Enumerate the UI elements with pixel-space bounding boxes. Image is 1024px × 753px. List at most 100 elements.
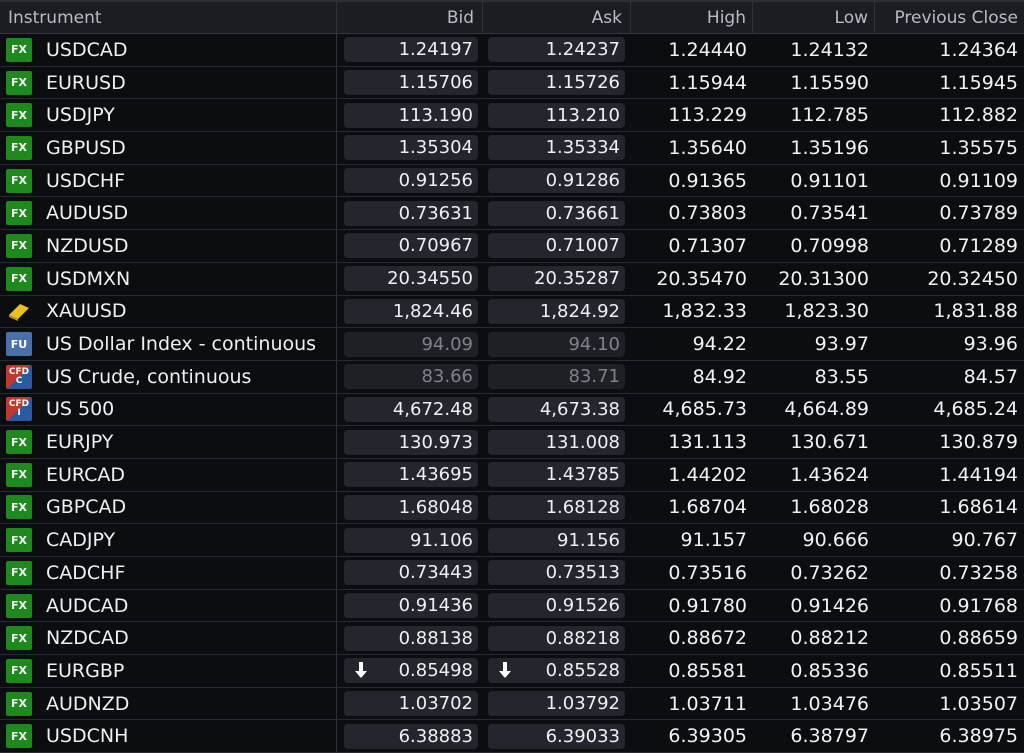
table-row[interactable]: FX AUDCAD 0.91436 0.91526 0.91780 0.91426 0.91… [0, 589, 1024, 623]
bid-price-button[interactable]: 113.190 [344, 102, 478, 128]
table-row[interactable]: FX USDJPY 113.190 113.210 113.229 112.785 112.… [0, 99, 1024, 133]
ask-price-button[interactable]: 131.008 [488, 429, 625, 455]
table-row[interactable]: FX CADJPY 91.106 91.156 91.157 90.666 90.767 [0, 524, 1024, 557]
ask-price-button[interactable]: 6.39033 [488, 723, 625, 749]
ask-price-button[interactable]: 91.156 [488, 527, 625, 553]
low-value-text: 0.85336 [790, 659, 869, 682]
instrument-cell: FX USDCNH [0, 720, 337, 753]
previous-close-value: 1.44194 [875, 459, 1024, 491]
table-row[interactable]: FX EURGBP 0.85498 0.85528 0.85581 0.85336 0.85… [0, 655, 1024, 688]
ask-price-button[interactable]: 20.35287 [488, 266, 625, 292]
table-row[interactable]: FU US Dollar Index - continuous 94.09 94.10… [0, 328, 1024, 361]
quotes-table: Instrument Bid Ask High Low Previous Clo… [0, 0, 1024, 753]
fx-icon: FX [6, 626, 32, 651]
column-header-bid[interactable]: Bid [337, 2, 483, 34]
bid-value: 1.15706 [398, 72, 473, 94]
bid-price-button[interactable]: 0.70967 [344, 233, 478, 259]
table-row[interactable]: FX EURJPY 130.973 131.008 131.113 130.671 130.… [0, 426, 1024, 459]
bid-price-button[interactable]: 6.38883 [344, 723, 478, 749]
bid-price-button[interactable]: 0.88138 [344, 625, 478, 651]
bid-price-button[interactable]: 1,824.46 [344, 298, 478, 324]
column-header-ask[interactable]: Ask [483, 2, 631, 34]
table-row[interactable]: FX NZDCAD 0.88138 0.88218 0.88672 0.88212 0.88… [0, 622, 1024, 656]
bid-price-button[interactable]: 1.15706 [344, 70, 478, 96]
bid-price-button[interactable]: 0.73443 [344, 560, 478, 586]
table-row[interactable]: FX AUDUSD 0.73631 0.73661 0.73803 0.73541 0.73… [0, 197, 1024, 231]
bid-price-button[interactable]: 0.85498 [344, 658, 478, 684]
ask-price-button[interactable]: 1.15726 [488, 70, 625, 96]
bid-price-button[interactable]: 91.106 [344, 527, 478, 553]
table-row[interactable]: FX USDMXN 20.34550 20.35287 20.35470 20.31300… [0, 262, 1024, 296]
bid-price-button[interactable]: 1.24197 [344, 37, 478, 63]
column-header-previous-close[interactable]: Previous Close [875, 2, 1024, 34]
bid-price-button[interactable]: 20.34550 [344, 266, 478, 292]
high-value: 0.73516 [631, 557, 753, 589]
ask-price-button[interactable]: 113.210 [488, 102, 625, 128]
table-row[interactable]: CFD C US Crude, continuous 83.66 83.71 84.92 8… [0, 360, 1024, 394]
low-value: 0.85336 [753, 655, 875, 687]
ask-cell: 0.73513 [483, 557, 631, 589]
table-row[interactable]: FX EURCAD 1.43695 1.43785 1.44202 1.43624 1.44… [0, 458, 1024, 492]
ask-price-button[interactable]: 1,824.92 [488, 298, 625, 324]
ask-price-button[interactable]: 83.71 [488, 364, 625, 390]
high-value-text: 84.92 [692, 365, 747, 388]
low-value-text: 1.15590 [790, 71, 869, 94]
table-row[interactable]: FX GBPUSD 1.35304 1.35334 1.35640 1.35196 1.35… [0, 132, 1024, 165]
ask-price-button[interactable]: 0.73513 [488, 560, 625, 586]
ask-price-button[interactable]: 1.35334 [488, 135, 625, 161]
previous-close-value: 1.35575 [875, 132, 1024, 164]
instrument-cell: FX USDCAD [0, 34, 337, 66]
high-value-text: 1.15944 [668, 71, 747, 94]
bid-price-button[interactable]: 94.09 [344, 331, 478, 357]
ask-value: 1.35334 [545, 137, 620, 159]
bid-price-button[interactable]: 0.73631 [344, 200, 478, 226]
bid-price-button[interactable]: 1.43695 [344, 462, 478, 488]
high-value: 1.24440 [631, 34, 753, 66]
high-value-text: 91.157 [680, 529, 747, 552]
bid-price-button[interactable]: 130.973 [344, 429, 478, 455]
previous-close-value-text: 0.73789 [939, 202, 1018, 225]
table-row[interactable]: FX EURUSD 1.15706 1.15726 1.15944 1.15590 1.15… [0, 66, 1024, 100]
ask-price-button[interactable]: 0.85528 [488, 658, 625, 684]
bid-value: 4,672.48 [392, 398, 473, 420]
table-row[interactable]: CFD I US 500 4,672.48 4,673.38 4,685.73 4,664.… [0, 393, 1024, 427]
ask-price-button[interactable]: 4,673.38 [488, 396, 625, 422]
bid-price-button[interactable]: 0.91436 [344, 593, 478, 619]
table-row[interactable]: FX GBPCAD 1.68048 1.68128 1.68704 1.68028 1.68… [0, 491, 1024, 525]
ask-price-button[interactable]: 1.68128 [488, 494, 625, 520]
ask-price-button[interactable]: 0.91286 [488, 168, 625, 194]
column-header-instrument[interactable]: Instrument [0, 2, 337, 34]
table-row[interactable]: XAUUSD 1,824.46 1,824.92 1,832.33 1,823.30 1,… [0, 295, 1024, 329]
bid-value: 0.70967 [398, 235, 473, 257]
ask-price-button[interactable]: 0.91526 [488, 593, 625, 619]
fx-icon: FX [6, 37, 32, 62]
ask-price-button[interactable]: 1.43785 [488, 462, 625, 488]
ask-price-button[interactable]: 1.03792 [488, 691, 625, 717]
bid-price-button[interactable]: 83.66 [344, 364, 478, 390]
fx-icon: FX [6, 593, 32, 618]
table-row[interactable]: FX NZDUSD 0.70967 0.71007 0.71307 0.70998 0.71… [0, 230, 1024, 263]
table-row[interactable]: FX AUDNZD 1.03702 1.03792 1.03711 1.03476 1.03… [0, 687, 1024, 721]
ask-price-button[interactable]: 0.71007 [488, 233, 625, 259]
column-header-low[interactable]: Low [753, 2, 875, 34]
ask-price-button[interactable]: 0.73661 [488, 200, 625, 226]
ask-price-button[interactable]: 94.10 [488, 331, 625, 357]
ask-price-button[interactable]: 1.24237 [488, 37, 625, 63]
bid-price-button[interactable]: 4,672.48 [344, 396, 478, 422]
bid-price-button[interactable]: 1.35304 [344, 135, 478, 161]
high-value: 1.35640 [631, 132, 753, 164]
bid-price-button[interactable]: 1.03702 [344, 691, 478, 717]
high-value-text: 1.44202 [668, 463, 747, 486]
bid-price-button[interactable]: 1.68048 [344, 494, 478, 520]
table-row[interactable]: FX USDCHF 0.91256 0.91286 0.91365 0.91101 0.91… [0, 164, 1024, 198]
bid-price-button[interactable]: 0.91256 [344, 168, 478, 194]
column-header-high[interactable]: High [631, 2, 753, 34]
table-row[interactable]: FX CADCHF 0.73443 0.73513 0.73516 0.73262 0.73… [0, 557, 1024, 590]
instrument-cell: FX AUDCAD [0, 589, 337, 622]
bid-cell: 1.68048 [337, 492, 483, 524]
table-row[interactable]: FX USDCNH 6.38883 6.39033 6.39305 6.38797 6.38… [0, 720, 1024, 753]
ask-price-button[interactable]: 0.88218 [488, 625, 625, 651]
table-row[interactable]: FX USDCAD 1.24197 1.24237 1.24440 1.24132 1.24… [0, 34, 1024, 67]
bid-value: 0.88138 [398, 627, 473, 649]
bid-cell: 0.85498 [337, 655, 483, 687]
